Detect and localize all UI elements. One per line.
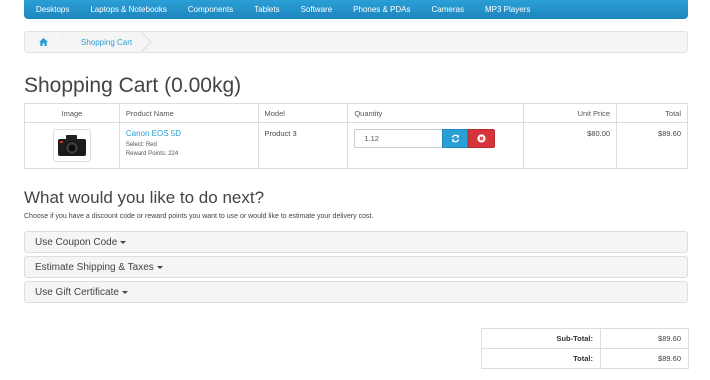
- breadcrumb-home[interactable]: [25, 32, 65, 52]
- product-option: Select: Red: [125, 142, 157, 148]
- header-product-name: Product Name: [118, 103, 259, 123]
- product-reward-points: Reward Points: 224: [125, 151, 179, 157]
- breadcrumb-item-shopping-cart[interactable]: Shopping Cart: [61, 32, 152, 52]
- caret-down-icon: [120, 240, 127, 244]
- header-model: Model: [257, 103, 349, 123]
- menu-item-laptops[interactable]: Laptops & Notebooks: [90, 5, 167, 14]
- caret-down-icon: [121, 290, 128, 294]
- remove-icon: [477, 134, 486, 143]
- menu-item-mp3-players[interactable]: MP3 Players: [485, 5, 530, 14]
- remove-button[interactable]: [468, 129, 496, 148]
- menu-item-desktops[interactable]: Desktops: [36, 5, 69, 14]
- cart-header-row: Image Product Name Model Quantity Unit P…: [24, 103, 688, 123]
- totals-row: Total: $89.60: [481, 348, 689, 369]
- menu-item-phones[interactable]: Phones & PDAs: [353, 5, 410, 14]
- page-title: Shopping Cart (0.00kg): [24, 74, 242, 97]
- menu-item-components[interactable]: Components: [188, 5, 233, 14]
- quantity-input[interactable]: [354, 129, 443, 148]
- total-value: $89.60: [600, 348, 689, 369]
- shipping-panel-label[interactable]: Estimate Shipping & Taxes: [35, 262, 154, 273]
- total-label: Total:: [481, 348, 601, 369]
- coupon-panel-label[interactable]: Use Coupon Code: [35, 237, 117, 248]
- next-section-intro: Choose if you have a discount code or re…: [24, 213, 374, 220]
- subtotal-value: $89.60: [600, 328, 689, 349]
- cell-unit-price: $80.00: [523, 122, 618, 169]
- header-unit-price: Unit Price: [523, 103, 618, 123]
- cart-table: Image Product Name Model Quantity Unit P…: [24, 103, 688, 169]
- breadcrumb: Shopping Cart: [24, 31, 688, 53]
- update-button[interactable]: [442, 129, 469, 148]
- gift-certificate-panel-toggle[interactable]: Use Gift Certificate: [24, 281, 688, 303]
- coupon-panel-toggle[interactable]: Use Coupon Code: [24, 231, 688, 253]
- home-icon: [38, 38, 48, 46]
- product-link[interactable]: Canon EOS 5D: [126, 129, 252, 138]
- breadcrumb-separator: [140, 32, 152, 52]
- cell-product-name: Canon EOS 5D Select: Red Reward Points: …: [118, 122, 259, 169]
- menu-item-tablets[interactable]: Tablets: [254, 5, 279, 14]
- camera-icon: [57, 135, 86, 156]
- cell-model: Product 3: [257, 122, 349, 169]
- gift-certificate-panel-label[interactable]: Use Gift Certificate: [35, 287, 119, 298]
- cell-quantity: [347, 122, 525, 169]
- table-row: Canon EOS 5D Select: Red Reward Points: …: [24, 122, 688, 169]
- subtotal-label: Sub-Total:: [481, 328, 601, 349]
- shipping-panel-toggle[interactable]: Estimate Shipping & Taxes: [24, 256, 688, 278]
- next-section-title: What would you like to do next?: [24, 188, 265, 207]
- header-quantity: Quantity: [347, 103, 525, 123]
- header-total: Total: [616, 103, 688, 123]
- breadcrumb-label[interactable]: Shopping Cart: [81, 38, 132, 47]
- menu-item-software[interactable]: Software: [301, 5, 333, 14]
- totals-table: Sub-Total: $89.60 Total: $89.60: [481, 328, 689, 369]
- top-menu: Desktops Laptops & Notebooks Components …: [24, 0, 688, 19]
- product-thumbnail[interactable]: [52, 129, 91, 162]
- header-image: Image: [24, 103, 120, 123]
- cell-total: $89.60: [616, 122, 688, 169]
- caret-down-icon: [156, 265, 163, 269]
- totals-row: Sub-Total: $89.60: [481, 328, 689, 349]
- cell-image: [24, 122, 120, 169]
- menu-item-cameras[interactable]: Cameras: [432, 5, 464, 14]
- refresh-icon: [451, 134, 460, 143]
